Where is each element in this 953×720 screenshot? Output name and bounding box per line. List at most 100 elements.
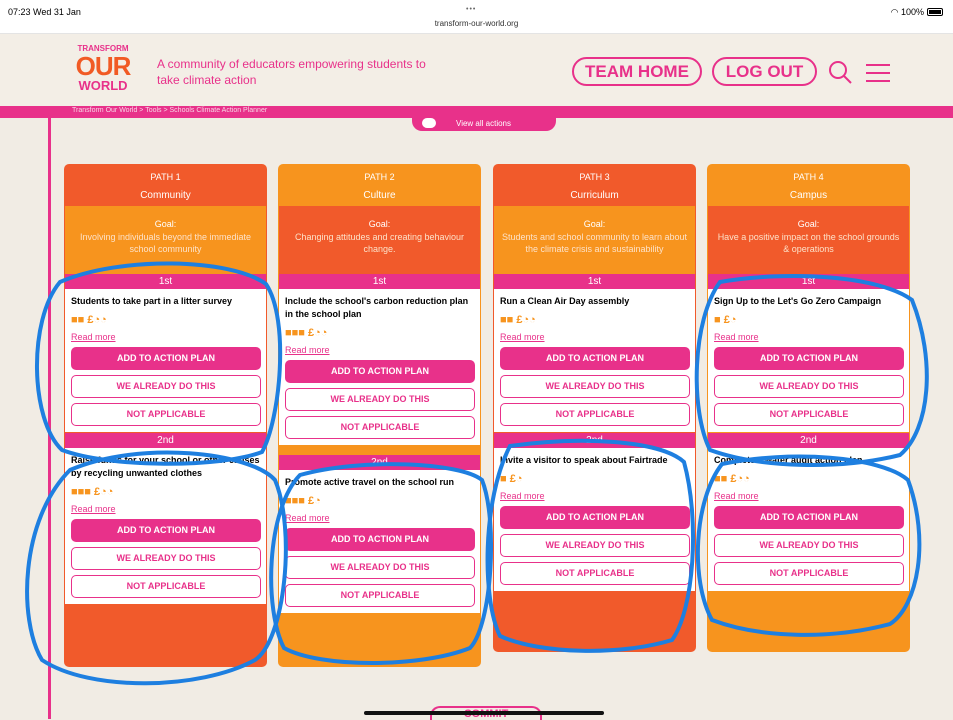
tab-options-dots[interactable]: ••• <box>466 6 476 13</box>
path-number: PATH 2 <box>364 172 395 182</box>
action-title: Students to take part in a litter survey <box>71 296 233 306</box>
not-applicable-button[interactable]: NOT APPLICABLE <box>71 575 261 598</box>
path-column-curriculum: PATH 3 Curriculum Goal: Students and schoo… <box>493 164 696 652</box>
effort-cost-time-icons: ■■■ £◔◔ <box>71 486 114 498</box>
not-applicable-button[interactable]: NOT APPLICABLE <box>500 403 690 426</box>
path-title: Campus <box>789 190 828 201</box>
action-card: 2nd Promote active travel on the school … <box>279 455 480 613</box>
log-out-button[interactable]: LOG OUT <box>712 57 817 86</box>
path-goal: Goal: Involving individuals beyond the im… <box>65 206 266 274</box>
add-to-action-plan-button[interactable]: ADD TO ACTION PLAN <box>285 360 475 383</box>
action-card: 1st Run a Clean Air Day assembly ■■ £◔◔ … <box>494 274 695 432</box>
add-to-action-plan-button[interactable]: ADD TO ACTION PLAN <box>285 528 475 551</box>
add-to-action-plan-button[interactable]: ADD TO ACTION PLAN <box>500 506 690 529</box>
battery-percent: 100% <box>900 7 924 17</box>
action-card: 2nd Invite a visitor to speak about Fair… <box>494 433 695 591</box>
status-bar: 07:23 Wed 31 Jan ••• transform-our-world… <box>0 0 953 34</box>
status-right: ◠ 100% <box>891 7 943 18</box>
goal-label: Goal: <box>583 219 606 229</box>
action-title: Promote active travel on the school run <box>285 477 455 487</box>
read-more-link[interactable]: Read more <box>285 513 475 523</box>
not-applicable-button[interactable]: NOT APPLICABLE <box>714 562 904 585</box>
not-applicable-button[interactable]: NOT APPLICABLE <box>714 403 904 426</box>
action-card: 1st Sign Up to the Let's Go Zero Campaig… <box>708 274 909 432</box>
toggle-knob[interactable] <box>422 118 436 128</box>
path-title: Community <box>140 190 191 201</box>
action-rank: 2nd <box>279 455 480 470</box>
read-more-link[interactable]: Read more <box>500 332 690 342</box>
breadcrumb[interactable]: Transform Our World > Tools > Schools Cl… <box>72 107 267 114</box>
hamburger-menu-icon[interactable] <box>866 63 890 83</box>
view-all-actions-toggle[interactable]: View all actions <box>412 116 556 131</box>
path-header: PATH 3 Curriculum <box>493 164 696 206</box>
path-column-campus: PATH 4 Campus Goal: Have a positive impact… <box>707 164 910 652</box>
we-already-do-this-button[interactable]: WE ALREADY DO THIS <box>285 556 475 579</box>
read-more-link[interactable]: Read more <box>71 504 261 514</box>
not-applicable-button[interactable]: NOT APPLICABLE <box>285 416 475 439</box>
path-header: PATH 1 Community <box>64 164 267 206</box>
path-number: PATH 1 <box>150 172 181 182</box>
action-title: Raise funds for your school or other cau… <box>71 455 260 478</box>
action-rank: 2nd <box>65 433 266 448</box>
action-rank: 1st <box>494 274 695 289</box>
action-title: Complete a water audit action plan <box>714 455 863 465</box>
not-applicable-button[interactable]: NOT APPLICABLE <box>71 403 261 426</box>
we-already-do-this-button[interactable]: WE ALREADY DO THIS <box>714 375 904 398</box>
we-already-do-this-button[interactable]: WE ALREADY DO THIS <box>500 534 690 557</box>
path-column-community: PATH 1 Community Goal: Involving individua… <box>64 164 267 667</box>
add-to-action-plan-button[interactable]: ADD TO ACTION PLAN <box>714 506 904 529</box>
we-already-do-this-button[interactable]: WE ALREADY DO THIS <box>71 547 261 570</box>
path-number: PATH 3 <box>579 172 610 182</box>
action-title: Sign Up to the Let's Go Zero Campaign <box>714 296 882 306</box>
add-to-action-plan-button[interactable]: ADD TO ACTION PLAN <box>500 347 690 370</box>
site-header: TRANSFORM OUR WORLD A community of educa… <box>0 34 953 106</box>
home-indicator-bar <box>364 711 604 715</box>
we-already-do-this-button[interactable]: WE ALREADY DO THIS <box>71 375 261 398</box>
goal-text: Involving individuals beyond the immedia… <box>79 232 252 254</box>
add-to-action-plan-button[interactable]: ADD TO ACTION PLAN <box>714 347 904 370</box>
site-tagline: A community of educators empowering stud… <box>157 57 426 87</box>
site-logo[interactable]: TRANSFORM OUR WORLD <box>70 45 136 97</box>
path-title: Culture <box>363 190 396 201</box>
add-to-action-plan-button[interactable]: ADD TO ACTION PLAN <box>71 519 261 542</box>
we-already-do-this-button[interactable]: WE ALREADY DO THIS <box>500 375 690 398</box>
add-to-action-plan-button[interactable]: ADD TO ACTION PLAN <box>71 347 261 370</box>
decorative-left-line <box>48 106 51 719</box>
effort-cost-time-icons: ■■■ £◔◔ <box>285 327 328 339</box>
goal-label: Goal: <box>368 219 391 229</box>
read-more-link[interactable]: Read more <box>714 491 904 501</box>
not-applicable-button[interactable]: NOT APPLICABLE <box>500 562 690 585</box>
read-more-link[interactable]: Read more <box>71 332 261 342</box>
action-rank: 1st <box>65 274 266 289</box>
path-goal: Goal: Changing attitudes and creating beh… <box>279 206 480 274</box>
we-already-do-this-button[interactable]: WE ALREADY DO THIS <box>285 388 475 411</box>
effort-cost-time-icons: ■■■ £◔ <box>285 495 321 507</box>
effort-cost-time-icons: ■■ £◔◔ <box>71 314 107 326</box>
team-home-button[interactable]: TEAM HOME <box>572 57 702 86</box>
logo-line-3: WORLD <box>78 78 128 93</box>
path-number: PATH 4 <box>793 172 824 182</box>
address-bar-url[interactable]: transform-our-world.org <box>0 19 953 28</box>
effort-cost-time-icons: ■ £◔ <box>500 473 523 485</box>
we-already-do-this-button[interactable]: WE ALREADY DO THIS <box>714 534 904 557</box>
read-more-link[interactable]: Read more <box>285 345 475 355</box>
status-time: 07:23 Wed 31 Jan <box>8 7 81 17</box>
action-title: Run a Clean Air Day assembly <box>500 296 630 306</box>
read-more-link[interactable]: Read more <box>714 332 904 342</box>
read-more-link[interactable]: Read more <box>500 491 690 501</box>
effort-cost-time-icons: ■ £◔ <box>714 314 737 326</box>
path-header: PATH 4 Campus <box>707 164 910 206</box>
action-rank: 2nd <box>708 433 909 448</box>
action-card: 2nd Complete a water audit action plan ■… <box>708 433 909 591</box>
goal-text: Changing attitudes and creating behaviou… <box>294 232 465 254</box>
search-icon[interactable] <box>828 60 852 84</box>
path-column-culture: PATH 2 Culture Goal: Changing attitudes an… <box>278 164 481 667</box>
path-goal: Goal: Students and school community to le… <box>494 206 695 274</box>
action-card: 1st Students to take part in a litter su… <box>65 274 266 432</box>
path-header: PATH 2 Culture <box>278 164 481 206</box>
view-all-label: View all actions <box>456 119 511 128</box>
action-card: 2nd Raise funds for your school or other… <box>65 433 266 604</box>
not-applicable-button[interactable]: NOT APPLICABLE <box>285 584 475 607</box>
goal-text: Have a positive impact on the school gro… <box>717 232 900 254</box>
action-rank: 1st <box>708 274 909 289</box>
